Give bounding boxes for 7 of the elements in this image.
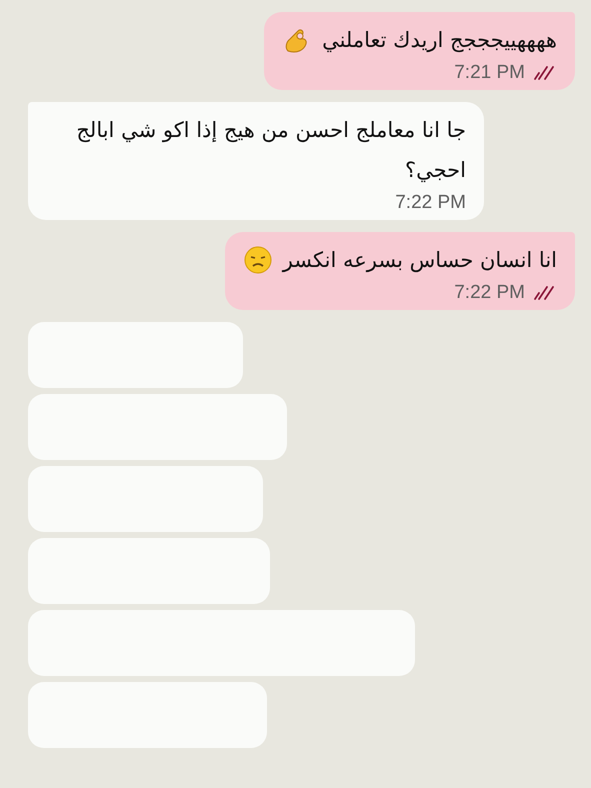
message-text: ههههييجججج اريدك تعاملني <box>322 27 557 54</box>
message-time: 7:21 PM <box>454 62 525 84</box>
sad-face-icon <box>242 245 273 275</box>
message-time: 7:22 PM <box>454 282 525 304</box>
message-time: 7:22 PM <box>395 192 466 214</box>
message-text: انا انسان حساس بسرعه انكسر <box>282 247 557 274</box>
message-text: جا انا معاملج احسن من هيج إذا اكو شي ابالج احجي؟ <box>75 117 466 184</box>
